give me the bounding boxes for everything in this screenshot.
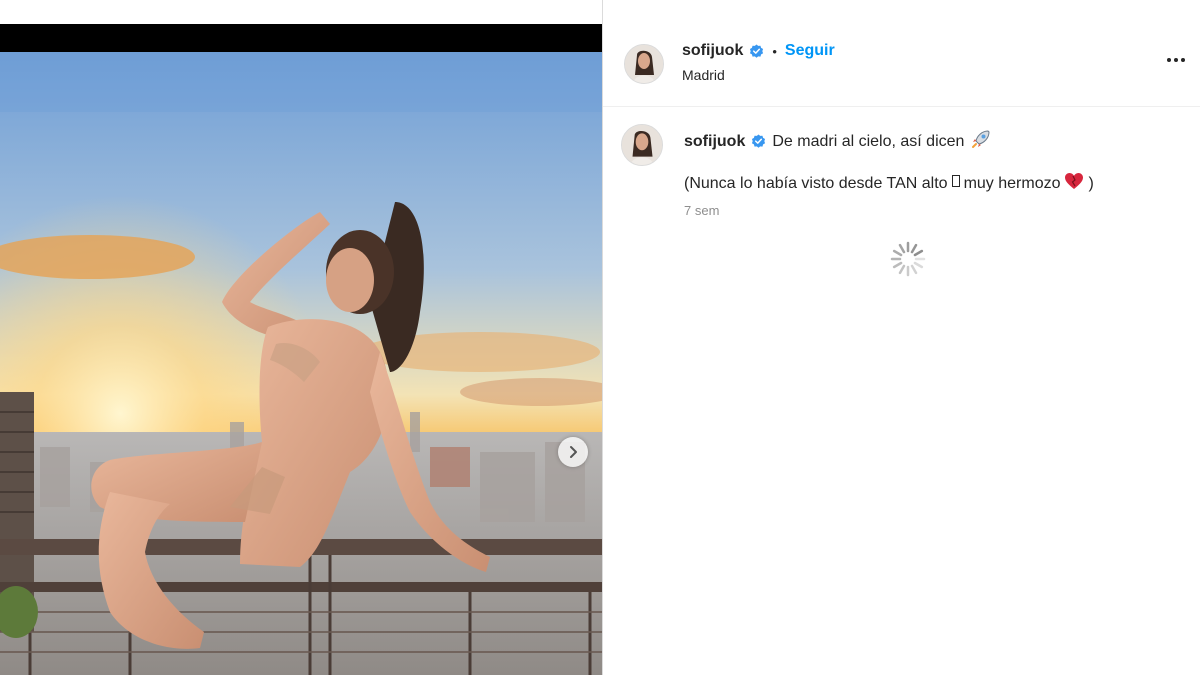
loading-spinner-icon bbox=[889, 240, 927, 278]
caption-text: De madri al cielo, así dicen bbox=[772, 132, 965, 150]
caption-text-part2: muy hermozo bbox=[963, 174, 1061, 192]
post-sidebar: sofijuok • Seguir Madrid sofijuok De mad… bbox=[603, 0, 1200, 675]
missing-glyph-box bbox=[951, 174, 960, 193]
post-photo bbox=[0, 52, 602, 675]
red-heart-emoji bbox=[1064, 172, 1084, 195]
caption-second-line: (Nunca lo había visto desde TAN alto muy… bbox=[684, 172, 1094, 195]
verified-badge-icon bbox=[751, 134, 766, 149]
follow-button[interactable]: Seguir bbox=[785, 42, 835, 60]
timestamp[interactable]: 7 sem bbox=[684, 203, 719, 218]
post-media bbox=[0, 0, 602, 675]
caption-close-paren: ) bbox=[1088, 174, 1094, 192]
verified-badge-icon bbox=[749, 43, 764, 59]
next-photo-button[interactable] bbox=[558, 437, 588, 467]
caption-text-part1: (Nunca lo había visto desde TAN alto bbox=[684, 174, 948, 192]
post-header: sofijuok • Seguir Madrid bbox=[603, 24, 1200, 107]
username[interactable]: sofijuok bbox=[682, 42, 743, 60]
separator-dot: • bbox=[772, 43, 777, 59]
rocket-emoji bbox=[970, 128, 992, 155]
header-user-line: sofijuok • Seguir bbox=[682, 42, 835, 60]
chevron-right-icon bbox=[570, 446, 577, 458]
caption-username[interactable]: sofijuok bbox=[684, 133, 745, 151]
location-link[interactable]: Madrid bbox=[682, 67, 725, 83]
more-options-icon[interactable] bbox=[1164, 52, 1188, 68]
avatar[interactable] bbox=[624, 44, 664, 84]
avatar[interactable] bbox=[621, 124, 663, 166]
media-top-bar bbox=[0, 24, 602, 52]
caption-first-line: sofijuok De madri al cielo, así dicen bbox=[684, 128, 992, 155]
